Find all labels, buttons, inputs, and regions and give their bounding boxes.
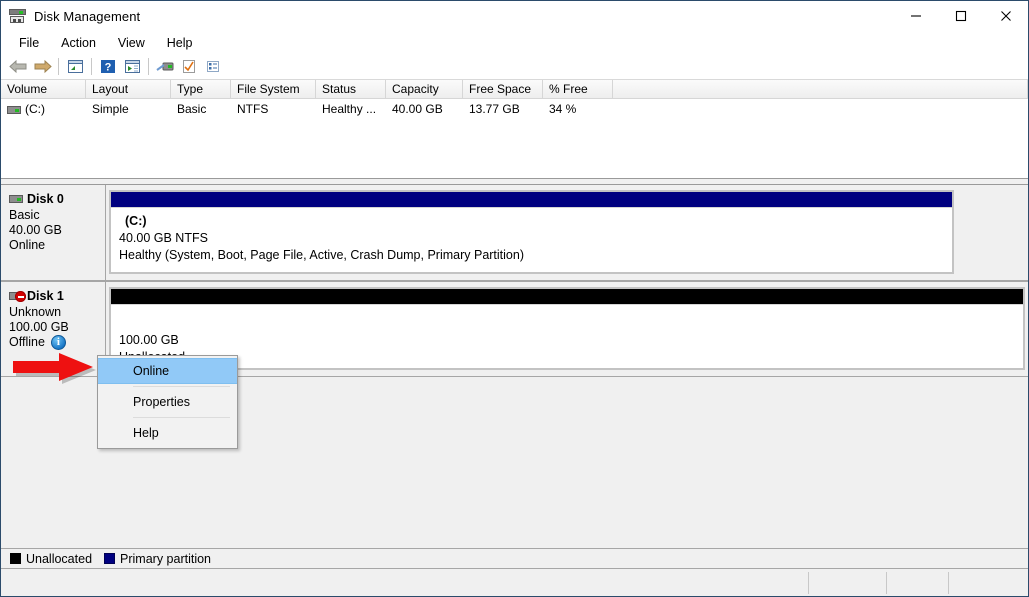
context-menu-item-help[interactable]: Help: [98, 420, 237, 446]
menu-item-action[interactable]: Action: [50, 33, 107, 53]
partition-details: (C:) 40.00 GB NTFS Healthy (System, Boot…: [111, 207, 952, 272]
menu-item-file[interactable]: File: [8, 33, 50, 53]
volume-list: Volume Layout Type File System Status Ca…: [1, 80, 1028, 178]
disk-size-label: 100.00 GB: [9, 320, 105, 335]
annotation-arrow-icon: [13, 353, 99, 389]
toolbar: ?: [1, 54, 1028, 80]
partition-label: (C:): [119, 213, 952, 230]
info-icon[interactable]: i: [51, 335, 66, 350]
toolbar-separator: [58, 58, 59, 75]
disk-type-label: Basic: [9, 208, 105, 223]
legend: Unallocated Primary partition: [1, 548, 1028, 568]
legend-label: Unallocated: [26, 552, 92, 566]
disk-drive-icon: [9, 8, 26, 24]
menu-bar: File Action View Help: [1, 31, 1028, 54]
cell-percent-free: 34 %: [543, 102, 613, 116]
partition-status: Unallocated: [119, 349, 1023, 366]
window-controls: [893, 1, 1028, 31]
back-icon[interactable]: [6, 56, 30, 78]
column-header-layout[interactable]: Layout: [86, 80, 171, 98]
disk-status-row: Offline i: [9, 335, 105, 350]
column-header-volume[interactable]: Volume: [1, 80, 86, 98]
partition-capacity-bar: [111, 289, 1023, 304]
status-pane-4: [949, 572, 1026, 594]
disk-status-label: Online: [9, 238, 105, 253]
pane-splitter[interactable]: [1, 178, 1028, 185]
column-header-free-space[interactable]: Free Space: [463, 80, 543, 98]
status-pane-1: [3, 572, 809, 594]
disk-management-window: Disk Management File Action View Help: [0, 0, 1029, 597]
column-header-percent-free[interactable]: % Free: [543, 80, 613, 98]
context-menu: Online Properties Help: [97, 355, 238, 449]
legend-label: Primary partition: [120, 552, 211, 566]
table-row[interactable]: (C:) Simple Basic NTFS Healthy ... 40.00…: [1, 99, 1028, 119]
legend-swatch-primary: [104, 553, 115, 564]
toolbar-separator: [148, 58, 149, 75]
partition-details: 100.00 GB Unallocated: [111, 304, 1023, 368]
maximize-icon[interactable]: [938, 1, 983, 31]
partition-size: 100.00 GB: [119, 310, 1023, 349]
window-title: Disk Management: [34, 9, 140, 24]
disk-size-label: 40.00 GB: [9, 223, 105, 238]
status-bar: [1, 568, 1028, 596]
context-menu-separator: [133, 386, 230, 387]
graphical-view: Disk 0 Basic 40.00 GB Online (C:) 40.00 …: [1, 185, 1028, 548]
volume-drive-icon: [7, 106, 21, 114]
disk-offline-error-icon: [9, 292, 23, 300]
forward-icon[interactable]: [30, 56, 54, 78]
cell-file-system: NTFS: [231, 102, 316, 116]
cell-capacity: 40.00 GB: [386, 102, 463, 116]
partition-status: Healthy (System, Boot, Page File, Active…: [119, 247, 952, 264]
status-pane-3: [887, 572, 949, 594]
partition-size-fs: 40.00 GB NTFS: [119, 230, 952, 247]
column-header-status[interactable]: Status: [316, 80, 386, 98]
disk-partitions-disk-1: 100.00 GB Unallocated: [106, 282, 1028, 376]
column-header-filler: [613, 80, 1028, 98]
close-icon[interactable]: [983, 1, 1028, 31]
minimize-icon[interactable]: [893, 1, 938, 31]
cell-volume-label: (C:): [25, 102, 45, 116]
partition-unallocated[interactable]: 100.00 GB Unallocated: [109, 287, 1025, 370]
cell-type: Basic: [171, 102, 231, 116]
disk-row-disk-0[interactable]: Disk 0 Basic 40.00 GB Online (C:) 40.00 …: [1, 185, 1028, 281]
cell-layout: Simple: [86, 102, 171, 116]
disk-name-label: Disk 1: [27, 289, 64, 303]
cell-status: Healthy ...: [316, 102, 386, 116]
disk-title-disk-1: Disk 1: [9, 289, 105, 303]
legend-item-primary-partition: Primary partition: [104, 552, 211, 566]
disk-name-label: Disk 0: [27, 192, 64, 206]
disk-info-disk-0[interactable]: Disk 0 Basic 40.00 GB Online: [1, 185, 106, 280]
title-bar: Disk Management: [1, 1, 1028, 31]
column-header-type[interactable]: Type: [171, 80, 231, 98]
show-console-tree-icon[interactable]: [120, 56, 144, 78]
partition-capacity-bar: [111, 192, 952, 207]
toolbar-separator: [91, 58, 92, 75]
rescan-disks-icon[interactable]: [153, 56, 177, 78]
context-menu-item-properties[interactable]: Properties: [98, 389, 237, 415]
disk-title-disk-0: Disk 0: [9, 192, 105, 206]
disk-partitions-disk-0: (C:) 40.00 GB NTFS Healthy (System, Boot…: [106, 185, 1028, 280]
cell-free-space: 13.77 GB: [463, 102, 543, 116]
partition-c[interactable]: (C:) 40.00 GB NTFS Healthy (System, Boot…: [109, 190, 954, 274]
disk-ok-icon: [9, 195, 23, 203]
column-header-file-system[interactable]: File System: [231, 80, 316, 98]
context-menu-separator: [133, 417, 230, 418]
menu-item-help[interactable]: Help: [156, 33, 204, 53]
svg-text:?: ?: [105, 62, 112, 74]
disk-type-label: Unknown: [9, 305, 105, 320]
menu-item-view[interactable]: View: [107, 33, 156, 53]
properties-icon[interactable]: [177, 56, 201, 78]
list-view-icon[interactable]: [201, 56, 225, 78]
context-menu-item-online[interactable]: Online: [98, 358, 237, 384]
help-icon[interactable]: ?: [96, 56, 120, 78]
legend-item-unallocated: Unallocated: [10, 552, 92, 566]
status-pane-2: [809, 572, 887, 594]
disk-status-label: Offline: [9, 335, 45, 350]
cell-volume: (C:): [1, 102, 86, 116]
volume-list-header: Volume Layout Type File System Status Ca…: [1, 80, 1028, 99]
up-one-level-icon[interactable]: [63, 56, 87, 78]
column-header-capacity[interactable]: Capacity: [386, 80, 463, 98]
legend-swatch-unallocated: [10, 553, 21, 564]
